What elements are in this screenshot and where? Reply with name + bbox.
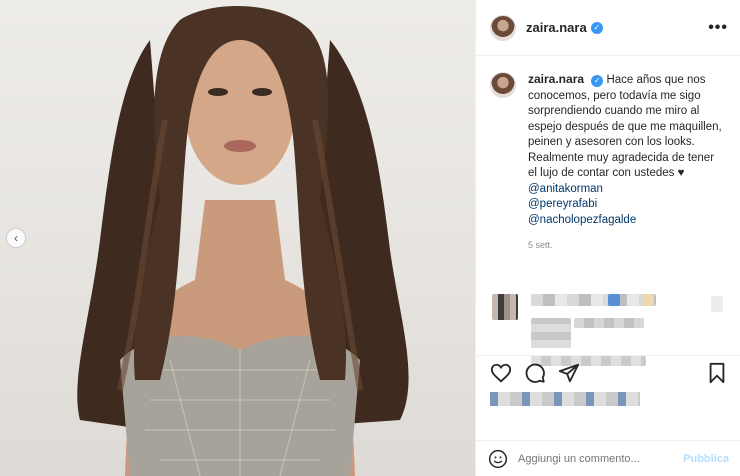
action-bar xyxy=(476,355,740,389)
caption-avatar[interactable] xyxy=(490,72,516,98)
like-heart-icon[interactable] xyxy=(490,362,512,384)
avatar[interactable] xyxy=(490,14,516,41)
previous-photo-button[interactable]: ‹ xyxy=(6,228,26,248)
more-options-icon[interactable]: ••• xyxy=(708,19,728,37)
comment-input[interactable] xyxy=(518,452,678,465)
caption-verified-badge-icon: ✓ xyxy=(591,74,604,87)
caption-username[interactable]: zaira.nara xyxy=(528,72,584,86)
post-caption: zaira.nara ✓ Hace años que nos conocemos… xyxy=(490,72,726,254)
post-photo[interactable]: ‹ xyxy=(0,0,475,476)
pixelated-comment xyxy=(608,294,620,306)
mention-link[interactable]: @pereyrafabi xyxy=(528,197,726,213)
pixelated-comment xyxy=(644,294,654,306)
pixelated-comment xyxy=(531,294,656,306)
caption-timestamp: 5 sett. xyxy=(528,240,553,250)
caption-text: Hace años que nos conocemos, pero todaví… xyxy=(528,74,722,179)
portrait-image xyxy=(77,6,409,476)
mention-link[interactable]: @anitakorman xyxy=(528,182,726,198)
comment-icon[interactable] xyxy=(524,362,546,384)
post-side-panel: zaira.nara ✓ ••• zaira.nara ✓ Hace años … xyxy=(475,0,740,476)
publish-button[interactable]: Pubblica xyxy=(683,453,729,465)
mention-link[interactable]: @nacholopezfagalde xyxy=(528,213,726,229)
pixelated-comment-avatar xyxy=(492,294,518,320)
pixelated-likes-count xyxy=(490,392,640,406)
header-username[interactable]: zaira.nara xyxy=(526,20,587,35)
save-bookmark-icon[interactable] xyxy=(707,362,727,384)
pixelated-comment xyxy=(531,318,571,348)
post-header: zaira.nara ✓ ••• xyxy=(476,0,740,56)
comment-composer: Pubblica xyxy=(476,440,740,476)
comments-section: zaira.nara ✓ Hace años que nos conocemos… xyxy=(476,56,740,366)
verified-badge-icon: ✓ xyxy=(590,21,603,34)
emoji-icon[interactable] xyxy=(488,449,508,469)
pixelated-comment xyxy=(574,318,644,328)
caption-body: zaira.nara ✓ Hace años que nos conocemos… xyxy=(528,72,726,254)
share-icon[interactable] xyxy=(558,362,580,384)
pixelated-comment xyxy=(711,296,723,312)
